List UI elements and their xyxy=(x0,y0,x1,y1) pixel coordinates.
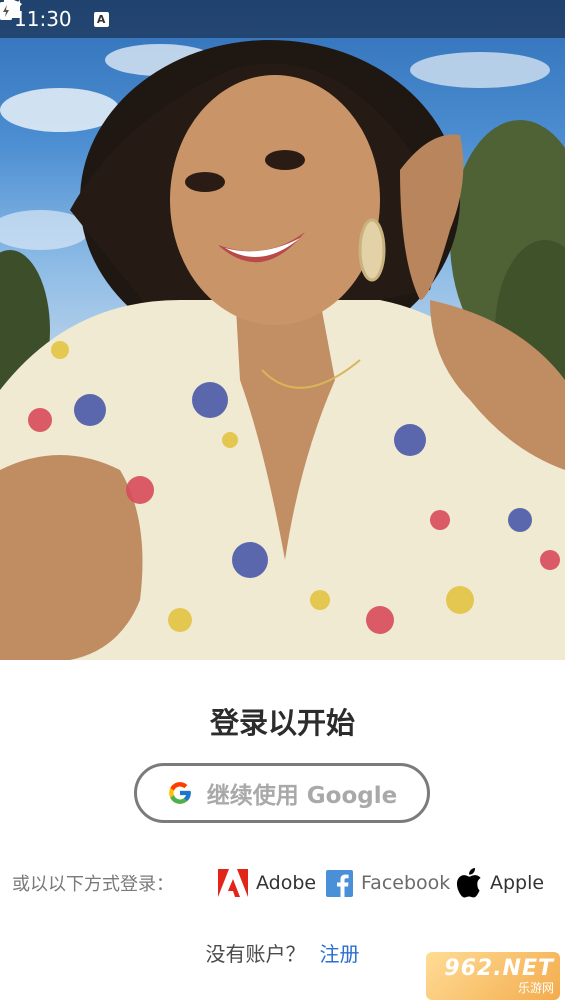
watermark-top: 962.NET xyxy=(444,956,554,981)
other-methods-label: 或以以下方式登录： xyxy=(12,874,174,895)
status-time: 11:30 xyxy=(14,7,72,31)
watermark-bottom: 乐游网 xyxy=(517,981,554,995)
facebook-label: Facebook xyxy=(361,872,451,894)
site-watermark: 962.NET 乐游网 xyxy=(426,952,560,1000)
no-account-text: 没有账户？ xyxy=(205,942,306,966)
a-square-icon: A xyxy=(93,11,109,27)
facebook-login-button[interactable]: Facebook xyxy=(326,869,451,897)
facebook-icon xyxy=(326,869,353,897)
adobe-label: Adobe xyxy=(256,872,317,894)
hero-illustration xyxy=(0,40,565,660)
adobe-login-button[interactable]: Adobe xyxy=(218,869,316,897)
apple-label: Apple xyxy=(490,872,545,894)
adobe-icon xyxy=(218,869,248,897)
status-bar: 11:30 A xyxy=(0,0,565,38)
other-login-methods: 或以以下方式登录： Adobe Facebook Apple xyxy=(0,865,565,901)
apple-icon xyxy=(456,868,481,898)
signup-link[interactable]: 注册 xyxy=(320,942,360,966)
apple-login-button[interactable]: Apple xyxy=(456,868,544,898)
login-title: 登录以开始 xyxy=(209,706,355,740)
battery-charging-icon xyxy=(0,0,12,20)
google-g-icon xyxy=(168,782,191,804)
google-button-label: 继续使用 Google xyxy=(206,783,398,809)
continue-with-google-button[interactable]: 继续使用 Google xyxy=(134,763,430,823)
hero-photo: 11:30 A xyxy=(0,0,565,660)
